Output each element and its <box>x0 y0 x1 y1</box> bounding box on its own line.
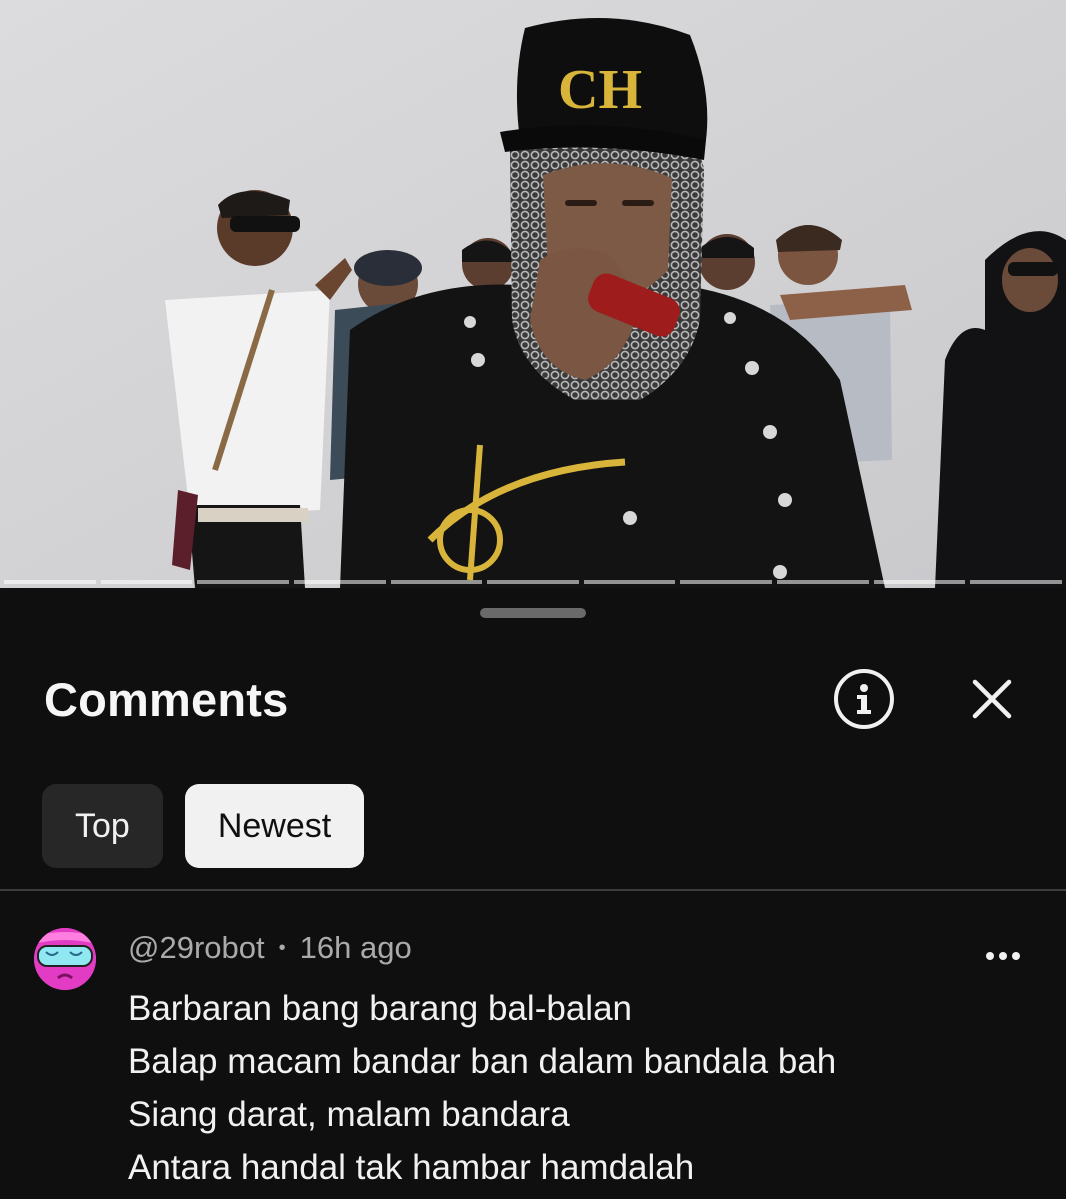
video-progress-segments[interactable] <box>0 580 1066 586</box>
meta-separator: • <box>278 936 286 959</box>
info-circle-icon <box>857 684 871 714</box>
progress-segment <box>970 580 1063 584</box>
chip-newest[interactable]: Newest <box>184 784 365 868</box>
progress-segment <box>777 580 869 584</box>
avatar[interactable] <box>34 928 96 990</box>
progress-segment <box>583 580 676 584</box>
progress-segment <box>487 580 579 584</box>
progress-segment <box>390 580 483 584</box>
close-x-icon <box>972 679 1012 719</box>
progress-segment <box>293 580 386 584</box>
progress-segment <box>100 580 193 584</box>
more-horizontal-icon <box>986 952 994 960</box>
comment-more-button[interactable] <box>980 944 1026 968</box>
cap-logo: CH <box>558 59 642 121</box>
video-frame: CH <box>0 0 1066 588</box>
video-player[interactable]: CH <box>0 0 1066 588</box>
comment-time: 16h ago <box>299 930 412 965</box>
info-button[interactable] <box>834 669 894 729</box>
drag-handle[interactable] <box>480 608 586 618</box>
comment-line: Antara handal tak hambar hamdalah <box>128 1148 695 1187</box>
progress-segment <box>873 580 966 584</box>
comments-sheet: Comments Top Newest @29robot • 16h ago B… <box>0 588 1066 1199</box>
close-button[interactable] <box>964 671 1020 727</box>
chip-top[interactable]: Top <box>42 784 163 868</box>
more-horizontal-icon <box>999 952 1007 960</box>
sort-chips: Top Newest <box>42 784 365 868</box>
progress-segment <box>680 580 773 584</box>
comments-title: Comments <box>44 673 289 726</box>
comment-line: Balap macam bandar ban dalam bandala bah <box>128 1042 837 1081</box>
comment-meta: @29robot • 16h ago <box>128 930 412 966</box>
more-horizontal-icon <box>1012 952 1020 960</box>
progress-segment <box>4 580 96 584</box>
comment-line: Siang darat, malam bandara <box>128 1095 570 1134</box>
avatar-robot-icon <box>34 928 96 990</box>
comment-line: Barbaran bang barang bal-balan <box>128 989 632 1028</box>
comment-author[interactable]: @29robot <box>128 930 265 966</box>
divider <box>0 889 1066 891</box>
comment-text: Barbaran bang barang bal-balan Balap mac… <box>128 982 836 1194</box>
progress-segment <box>197 580 289 584</box>
